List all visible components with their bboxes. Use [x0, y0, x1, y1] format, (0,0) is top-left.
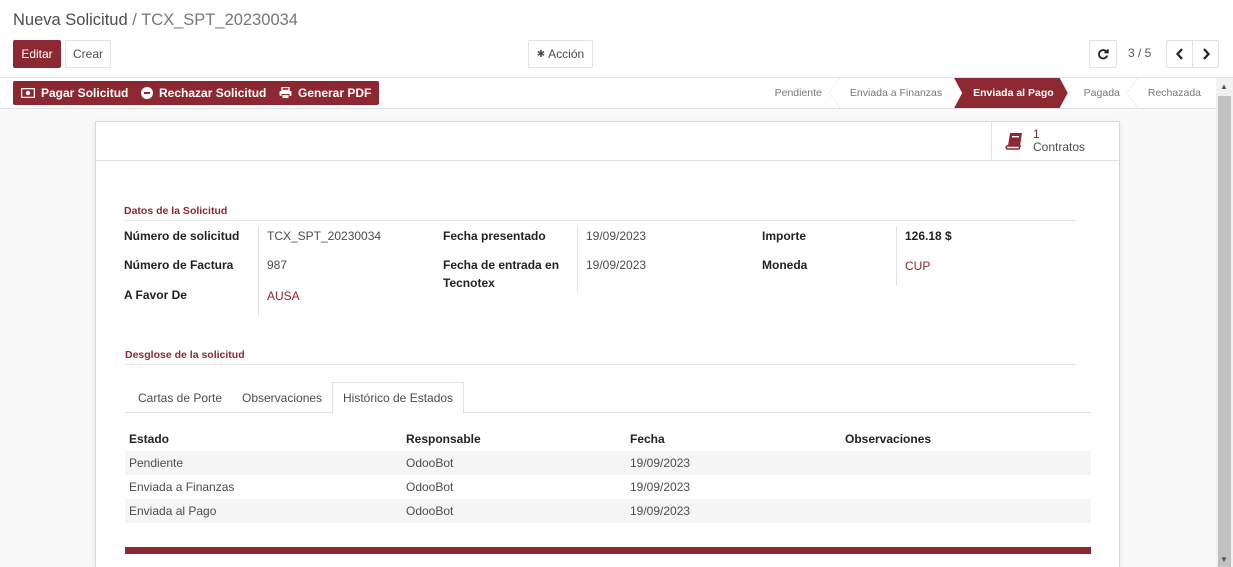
reload-button[interactable]: [1089, 40, 1117, 68]
tab-observaciones[interactable]: Observaciones: [242, 382, 322, 413]
column-divider: [577, 226, 578, 292]
gear-icon: ✱: [536, 48, 546, 60]
cell-responsable: OdooBot: [406, 480, 454, 494]
history-table: Estado Responsable Fecha Observaciones P…: [125, 427, 1091, 523]
fecha-entrada-label-line1: Fecha de entrada en: [443, 258, 560, 272]
cell-fecha: 19/09/2023: [626, 451, 841, 475]
cell-fecha: 19/09/2023: [630, 480, 691, 494]
cell-observaciones: [841, 499, 1091, 523]
money-icon: [21, 88, 35, 98]
scrollbar-thumb[interactable]: [1218, 96, 1231, 567]
tab-cartas-de-porte[interactable]: Cartas de Porte: [138, 382, 222, 413]
moneda-label: Moneda: [762, 258, 808, 272]
edit-button[interactable]: Editar: [13, 40, 61, 68]
column-header-estado[interactable]: Estado: [125, 427, 402, 451]
stage-rechazada[interactable]: Rechazada: [1132, 78, 1213, 108]
pager-next-button[interactable]: [1192, 40, 1219, 68]
numero-factura-value: 987: [267, 258, 288, 272]
refresh-icon: [1098, 49, 1109, 60]
stage-pipeline: Pendiente Enviada a Finanzas Enviada al …: [759, 78, 1213, 108]
column-header-observaciones[interactable]: Observaciones: [841, 427, 1091, 451]
stage-pendiente[interactable]: Pendiente: [759, 78, 841, 108]
stage-pagada[interactable]: Pagada: [1068, 78, 1139, 108]
table-row[interactable]: Pendiente OdooBot 19/09/2023: [125, 451, 1091, 475]
fecha-presentado-label: Fecha presentado: [443, 229, 546, 243]
cell-estado: Enviada a Finanzas: [129, 480, 235, 494]
pager-value[interactable]: 3 / 5: [1128, 46, 1151, 60]
importe-label: Importe: [762, 229, 807, 243]
chevron-left-icon: [1175, 48, 1183, 60]
table-header-row: Estado Responsable Fecha Observaciones: [125, 427, 1091, 451]
cell-observaciones: [841, 451, 1091, 475]
cell-responsable: OdooBot: [402, 499, 626, 523]
cell-estado: Pendiente: [125, 451, 402, 475]
pager-previous-button[interactable]: [1166, 40, 1193, 68]
generate-pdf-button[interactable]: Generar PDF: [271, 81, 380, 105]
column-header-responsable[interactable]: Responsable: [402, 427, 626, 451]
create-button[interactable]: Crear: [65, 40, 111, 68]
numero-solicitud-label: Número de solicitud: [124, 229, 240, 243]
form-sheet: 1 Contratos Datos de la Solicitud Número…: [95, 121, 1120, 567]
contracts-label: Contratos: [1033, 140, 1086, 154]
stage-enviada-al-pago[interactable]: Enviada al Pago: [954, 78, 1068, 108]
importe-value: 126.18 $: [905, 229, 952, 243]
table-row[interactable]: Enviada al Pago OdooBot 19/09/2023: [125, 499, 1091, 523]
control-panel: Nueva Solicitud / TCX_SPT_20230034 Edita…: [0, 0, 1233, 78]
section-datos-title: Datos de la Solicitud: [124, 205, 1076, 221]
action-dropdown-button[interactable]: ✱ Acción: [528, 40, 593, 68]
a-favor-de-label: A Favor De: [124, 288, 187, 302]
tab-historico-de-estados[interactable]: Histórico de Estados: [332, 382, 465, 414]
reject-request-label: Rechazar Solicitud: [159, 86, 267, 100]
minus-circle-icon: [141, 87, 153, 99]
print-icon: [279, 87, 292, 99]
column-divider: [896, 226, 897, 286]
book-icon: [1005, 133, 1022, 150]
table-row[interactable]: Enviada a Finanzas OdooBot 19/09/2023: [125, 475, 1091, 499]
moneda-link[interactable]: CUP: [905, 257, 930, 275]
pay-request-label: Pagar Solicitud: [41, 86, 129, 100]
vertical-scrollbar[interactable]: ▲ ▼: [1216, 78, 1233, 567]
numero-solicitud-value: TCX_SPT_20230034: [267, 229, 382, 243]
cell-fecha: 19/09/2023: [626, 499, 841, 523]
fecha-presentado-value: 19/09/2023: [586, 229, 647, 243]
breadcrumb: Nueva Solicitud / TCX_SPT_20230034: [13, 11, 298, 30]
breadcrumb-separator: /: [127, 11, 142, 29]
breadcrumb-parent[interactable]: Nueva Solicitud: [13, 11, 128, 29]
fecha-entrada-label-line2: Tecnotex: [443, 276, 495, 290]
button-box: 1 Contratos: [96, 122, 1119, 161]
table-footer-bar: [125, 547, 1091, 554]
column-divider: [258, 226, 259, 316]
scroll-up-arrow-icon[interactable]: ▲: [1220, 82, 1228, 91]
cell-estado: Enviada al Pago: [125, 499, 402, 523]
cell-responsable: OdooBot: [402, 451, 626, 475]
cell-observaciones: [841, 475, 1091, 499]
reject-request-button[interactable]: Rechazar Solicitud: [133, 81, 275, 105]
fecha-entrada-value: 19/09/2023: [586, 258, 647, 272]
section-desglose-title: Desglose de la solicitud: [125, 349, 1076, 365]
notebook-tabs: Cartas de Porte Observaciones Histórico …: [125, 382, 1091, 414]
a-favor-de-link[interactable]: AUSA: [267, 287, 300, 305]
contracts-smart-button[interactable]: 1 Contratos: [991, 122, 1119, 160]
pay-request-button[interactable]: Pagar Solicitud: [13, 81, 137, 105]
scroll-down-arrow-icon[interactable]: ▼: [1220, 555, 1228, 564]
chevron-right-icon: [1202, 48, 1210, 60]
generate-pdf-label: Generar PDF: [298, 86, 372, 100]
numero-factura-label: Número de Factura: [124, 258, 234, 272]
statusbar: Pagar Solicitud Rechazar Solicitud Gener…: [0, 78, 1233, 109]
stage-enviada-a-finanzas[interactable]: Enviada a Finanzas: [834, 78, 954, 108]
breadcrumb-current: TCX_SPT_20230034: [141, 11, 298, 29]
action-label: Acción: [548, 47, 585, 61]
column-header-fecha[interactable]: Fecha: [626, 427, 841, 451]
